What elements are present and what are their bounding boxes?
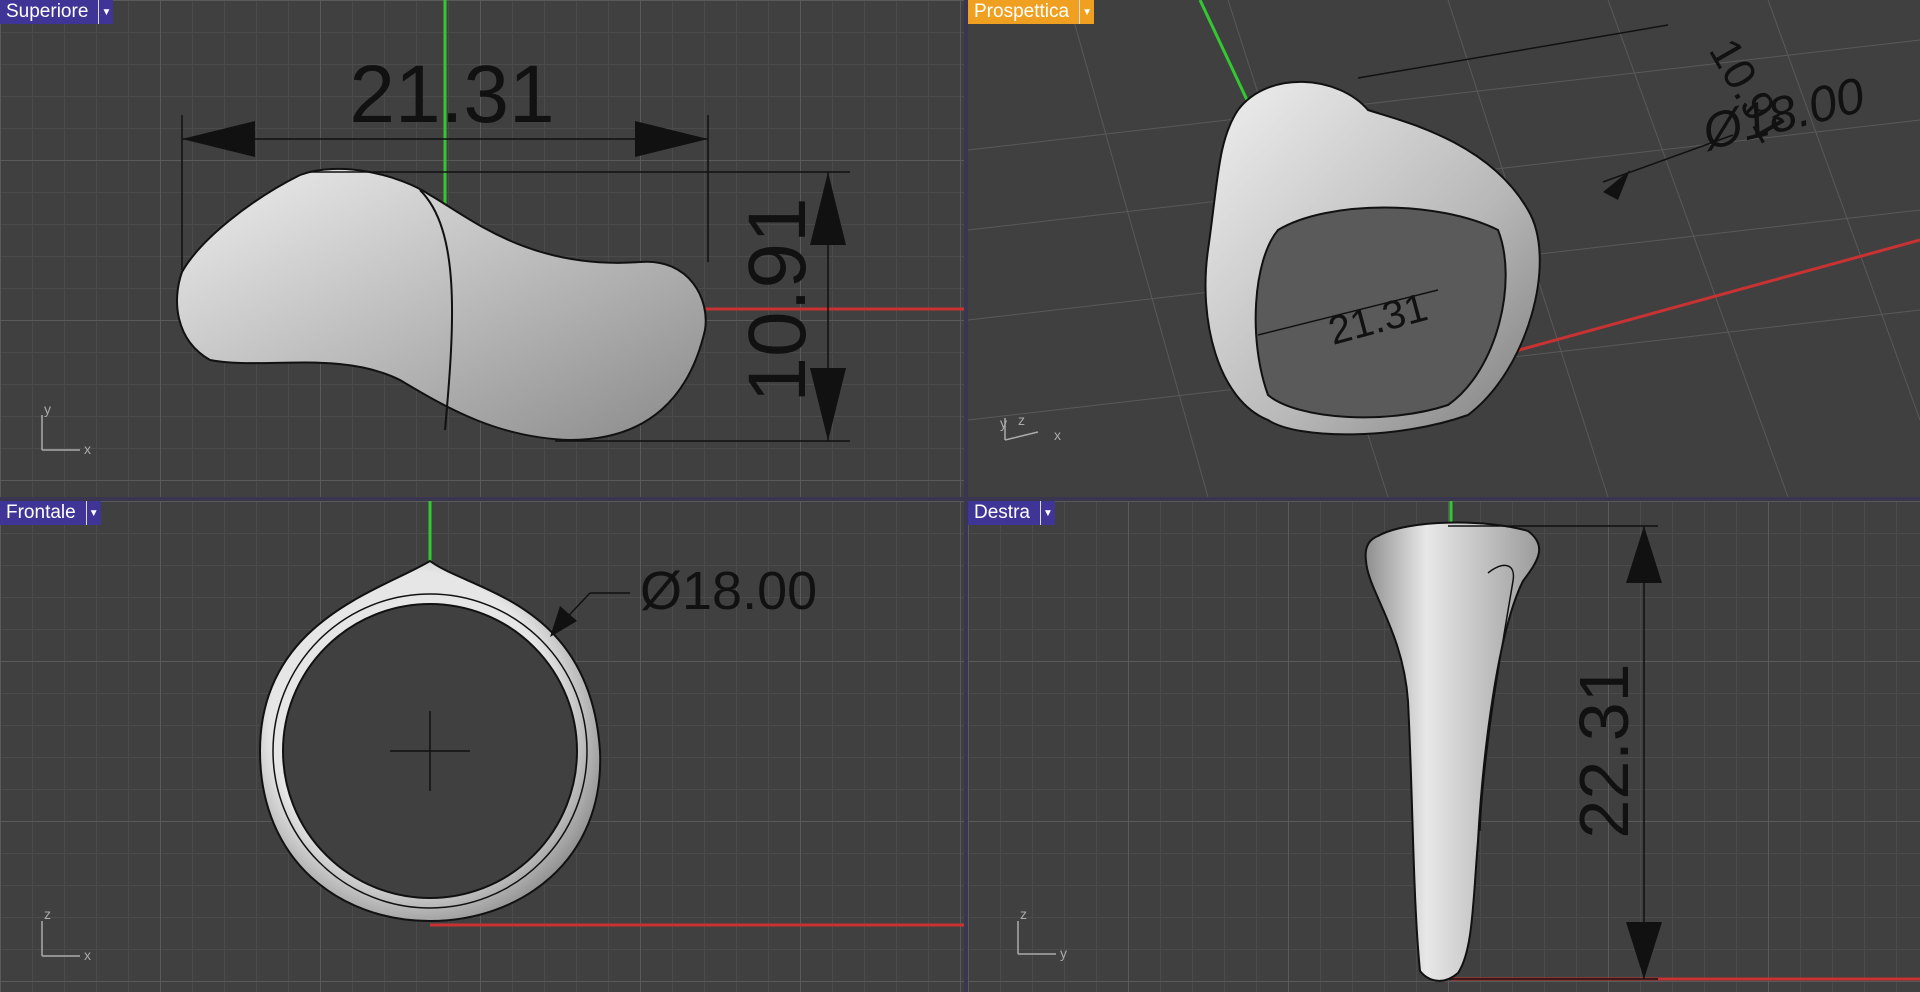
mini-axis-z-label: z [1018, 412, 1025, 428]
viewport-top[interactable]: 21.31 10.91 y x Superiore ▼ [0, 0, 964, 497]
tab-front[interactable]: Frontale ▼ [0, 501, 101, 525]
chevron-down-icon[interactable]: ▼ [85, 501, 101, 525]
tab-right[interactable]: Destra ▼ [968, 501, 1055, 525]
mini-axis-v-label: y [44, 401, 51, 417]
ring-top-silhouette [176, 167, 707, 442]
viewport-perspective[interactable]: 21.31 10.91 Ø18.00 y z x Prospettica ▼ [968, 0, 1920, 497]
ring-right-silhouette [1364, 521, 1541, 982]
top-scene: 21.31 10.91 y x [41, 0, 964, 457]
right-scene: 22.31 z y [1017, 501, 1920, 982]
tab-front-label: Frontale [6, 502, 76, 523]
front-scene: Ø18.00 z x [41, 501, 964, 963]
arrow-right [635, 121, 708, 157]
persp-scene: 21.31 10.91 Ø18.00 y z x [968, 0, 1920, 497]
arrow-down [1626, 922, 1662, 979]
mini-axis-x-label: x [1054, 427, 1061, 443]
mini-axis-y-label: y [1000, 415, 1007, 431]
arrow-up [1626, 526, 1662, 583]
arrow-persp-c [1603, 170, 1630, 200]
dim-diameter-text: Ø18.00 [640, 561, 817, 621]
arrow-left [182, 121, 255, 157]
dim-height-text: 10.91 [732, 197, 823, 402]
rhino-workspace: 21.31 10.91 y x Superiore ▼ 21.31 10.91 … [0, 0, 1920, 992]
viewport-right[interactable]: 22.31 z y Destra ▼ [968, 501, 1920, 992]
dim-height-text: 22.31 [1565, 663, 1643, 838]
mini-axis-h-label: x [84, 947, 91, 963]
tab-right-label: Destra [974, 502, 1030, 523]
viewport-front[interactable]: Ø18.00 z x Frontale ▼ [0, 501, 964, 992]
tab-perspective[interactable]: Prospettica ▼ [968, 0, 1095, 24]
chevron-down-icon[interactable]: ▼ [98, 0, 113, 24]
tab-top-label: Superiore [6, 1, 89, 22]
chevron-down-icon[interactable]: ▼ [1039, 501, 1055, 525]
mini-axis-h-label: x [84, 441, 91, 457]
tab-persp-label: Prospettica [974, 1, 1070, 22]
tab-top[interactable]: Superiore ▼ [0, 0, 114, 24]
dim-persp-b-line [1357, 24, 1669, 79]
mini-axis-v-label: z [44, 906, 51, 922]
mini-axis-v-label: z [1020, 906, 1027, 922]
dim-width-text: 21.31 [349, 49, 554, 140]
chevron-down-icon[interactable]: ▼ [1079, 0, 1094, 24]
mini-axis-h-label: y [1060, 945, 1067, 961]
